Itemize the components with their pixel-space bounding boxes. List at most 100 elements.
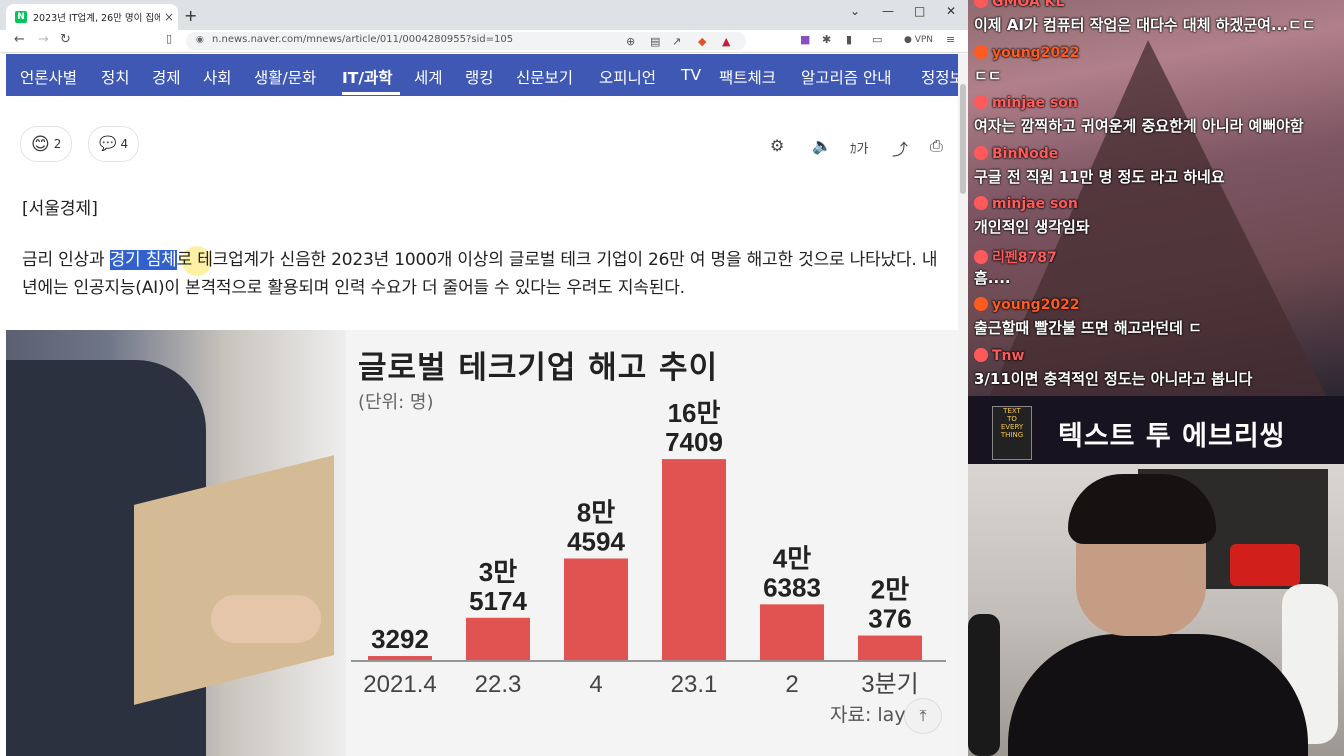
menu-icon[interactable]: ≡ <box>946 33 955 46</box>
chat-username: GMOA KL <box>974 0 1064 10</box>
chat-username: Tnw <box>974 347 1025 364</box>
selected-text: 경기 침체 <box>109 250 177 270</box>
tab-search-icon[interactable]: ⌄ <box>850 4 860 18</box>
nav-item-newspaper[interactable]: 신문보기 <box>516 66 573 88</box>
reaction-button[interactable]: 😊 2 <box>20 126 73 162</box>
chat-username: young2022 <box>974 297 1080 313</box>
nav-item-opinion[interactable]: 오피니언 <box>599 66 656 88</box>
site-info-icon[interactable]: ◉ <box>196 35 204 45</box>
nav-item-press[interactable]: 언론사별 <box>20 66 77 88</box>
share-article-icon[interactable]: ⤴ <box>892 136 908 160</box>
scrollbar-thumb[interactable] <box>960 84 966 194</box>
stream-banner: TEXT TO EVERY THING 텍스트 투 에브리씽 <box>968 396 1344 464</box>
user-badge-icon <box>974 0 988 8</box>
chat-message: 이제 AI가 컴퓨터 작업은 대다수 대체 하겠군여...ㄷㄷ <box>974 16 1316 34</box>
scroll-to-top-button[interactable]: ⤒ <box>904 698 942 734</box>
chart-category-label: 2021.4 <box>363 671 436 698</box>
wallet-icon[interactable]: ▭ <box>872 33 882 46</box>
chat-message: 출근할때 빨간불 뜨면 해고라던데 ㄷ <box>974 319 1202 337</box>
maximize-icon[interactable]: □ <box>914 4 925 18</box>
comment-icon: 💬 <box>99 136 117 152</box>
chat-username-text: young2022 <box>992 297 1080 313</box>
naver-category-nav: 언론사별 정치 경제 사회 생활/문화 IT/과학 세계 랭킹 신문보기 오피니… <box>6 54 958 96</box>
chat-username: young2022 <box>974 44 1080 61</box>
nav-item-correction[interactable]: 정정보도 <box>921 66 958 88</box>
chart-data-label: 4594 <box>567 526 625 556</box>
chat-username-text: minjae son <box>992 196 1078 212</box>
browser-window: N 2023년 IT업계, 26만 명이 집에 ... × + ⌄ — □ ✕ … <box>0 0 968 756</box>
chart-category-label: 23.1 <box>671 671 718 698</box>
nav-item-politics[interactable]: 정치 <box>101 66 130 88</box>
chart-source: 자료: lay <box>830 704 906 726</box>
active-tab-indicator <box>342 92 400 95</box>
chat-message: 여자는 깜찍하고 귀여운게 중요한게 아니라 예뻐야함 <box>974 117 1304 135</box>
chart-data-label: 3만 <box>479 557 517 587</box>
summary-bot-icon[interactable]: ⚙ <box>770 136 784 155</box>
user-badge-icon <box>974 44 988 59</box>
banner-title: 텍스트 투 에브리씽 <box>1058 421 1286 452</box>
chart-data-label: 5174 <box>469 586 527 616</box>
chart-bar <box>858 635 922 660</box>
extension-icon[interactable]: ■ <box>800 33 810 46</box>
nav-item-tv[interactable]: TV <box>681 66 701 84</box>
chart-category-label: 4 <box>589 671 602 698</box>
tab-title: 2023년 IT업계, 26만 명이 집에 ... <box>33 13 160 24</box>
chat-message: 구글 전 직원 11만 명 정도 라고 하네요 <box>974 167 1225 186</box>
nav-item-factcheck[interactable]: 팩트체크 <box>719 66 776 88</box>
chart-data-label: 6383 <box>763 572 821 602</box>
minimize-icon[interactable]: — <box>882 4 894 18</box>
extensions-puzzle-icon[interactable]: ✱ <box>822 33 831 46</box>
share-icon[interactable]: ↗ <box>672 35 681 48</box>
book-cover-image: TEXT TO EVERY THING <box>992 406 1032 460</box>
chat-username-text: Tnw <box>992 347 1025 364</box>
chart-data-label: 2만 <box>871 575 909 605</box>
nav-item-algorithm[interactable]: 알고리즘 안내 <box>801 66 892 88</box>
chat-message: ㄷㄷ <box>974 66 1002 85</box>
reader-icon[interactable]: ▤ <box>650 35 660 48</box>
user-badge-icon <box>974 297 988 311</box>
article-figure: 3292 2021.4 3만 5174 22.3 8만 4594 4 16만 7409 23.1 4만… <box>6 330 958 756</box>
browser-tab[interactable]: N 2023년 IT업계, 26만 명이 집에 ... × <box>6 4 178 30</box>
url-field[interactable]: ◉ n.news.naver.com/mnews/article/011/000… <box>186 32 746 50</box>
nav-item-world[interactable]: 세계 <box>414 66 443 88</box>
nav-item-life[interactable]: 생활/문화 <box>254 66 316 88</box>
brave-shield-icon[interactable]: ◆ <box>698 35 706 48</box>
chat-username-text: minjae son <box>992 95 1078 111</box>
text-to-speech-icon[interactable]: 🔈 <box>812 136 832 155</box>
user-badge-icon <box>974 249 988 264</box>
sidebar-icon[interactable]: ▮ <box>846 33 852 46</box>
vpn-button[interactable]: ● VPN <box>904 35 933 45</box>
address-bar: ← → ↻ ▯ ◉ n.news.naver.com/mnews/article… <box>0 30 968 53</box>
chat-username: minjae son <box>974 196 1078 212</box>
reaction-emoji-icon: 😊 <box>31 133 50 155</box>
youtube-award-icon <box>1230 544 1300 586</box>
reload-icon[interactable]: ↻ <box>60 32 71 47</box>
chart-category-label: 22.3 <box>475 671 522 698</box>
chart-data-label: 8만 <box>577 497 615 527</box>
chat-message: 3/11이면 충격적인 정도는 아니라고 봅니다 <box>974 369 1253 388</box>
chart-bar <box>760 604 824 660</box>
tab-close-icon[interactable]: × <box>160 10 178 24</box>
nav-item-economy[interactable]: 경제 <box>152 66 181 88</box>
chart-data-label: 4만 <box>773 543 811 573</box>
new-tab-icon[interactable]: + <box>184 6 197 25</box>
print-icon[interactable]: ⎙ <box>930 136 943 156</box>
rewards-icon[interactable]: ▲ <box>722 35 730 48</box>
page-scrollbar[interactable] <box>958 54 968 756</box>
back-icon[interactable]: ← <box>14 32 25 47</box>
nav-item-it-science[interactable]: IT/과학 <box>342 66 393 88</box>
nav-item-ranking[interactable]: 랭킹 <box>465 66 494 88</box>
chart-title: 글로벌 테크기업 해고 추이 <box>358 350 719 386</box>
zoom-icon[interactable]: ⊕ <box>626 35 635 48</box>
chat-username-text: 리펜8787 <box>992 249 1057 266</box>
user-badge-icon <box>974 196 988 210</box>
chat-message: 흠.... <box>974 268 1011 287</box>
close-window-icon[interactable]: ✕ <box>946 4 956 18</box>
forward-icon[interactable]: → <box>38 32 49 47</box>
bookmark-icon[interactable]: ▯ <box>166 32 172 45</box>
nav-item-society[interactable]: 사회 <box>203 66 232 88</box>
comment-button[interactable]: 💬 4 <box>88 126 140 162</box>
tab-bar: N 2023년 IT업계, 26만 명이 집에 ... × + ⌄ — □ ✕ <box>0 0 968 30</box>
vpn-label: VPN <box>914 35 934 45</box>
font-size-button[interactable]: ｶ가 <box>850 138 868 157</box>
